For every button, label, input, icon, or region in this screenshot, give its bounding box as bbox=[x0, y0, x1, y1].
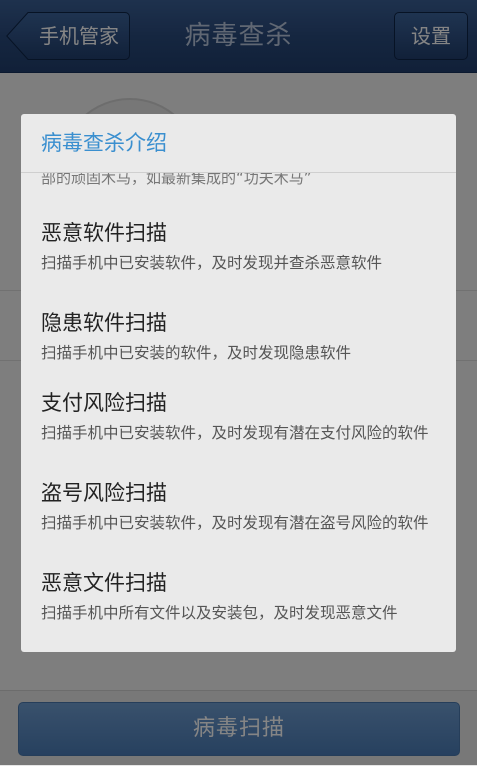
item-title: 隐患软件扫描 bbox=[41, 311, 167, 335]
item-description: 扫描手机中已安装软件，及时发现并查杀恶意软件 bbox=[41, 254, 383, 272]
list-item: 恶意文件扫描 扫描手机中所有文件以及安装包，及时发现恶意文件 bbox=[41, 569, 441, 623]
item-title: 盗号风险扫描 bbox=[41, 481, 167, 505]
list-item: 支付风险扫描 扫描手机中已安装软件，及时发现有潜在支付风险的软件 bbox=[41, 389, 441, 443]
item-description: 扫描手机中已安装的软件，及时发现隐患软件 bbox=[41, 344, 352, 362]
item-title: 支付风险扫描 bbox=[41, 391, 167, 415]
item-description: 扫描手机中已安装软件，及时发现有潜在支付风险的软件 bbox=[41, 424, 429, 442]
list-item: 隐患软件扫描 扫描手机中已安装的软件，及时发现隐患软件 bbox=[41, 309, 441, 363]
item-title: 恶意文件扫描 bbox=[41, 571, 167, 595]
item-title: 恶意软件扫描 bbox=[41, 221, 167, 245]
dialog-title: 病毒查杀介绍 bbox=[41, 131, 167, 155]
list-item: 恶意软件扫描 扫描手机中已安装软件，及时发现并查杀恶意软件 bbox=[41, 219, 441, 273]
intro-dialog: 病毒查杀介绍 部的顽固木马，如最新集成的“功夫木马” 恶意软件扫描 扫描手机中已… bbox=[21, 114, 456, 652]
dialog-scroll-content[interactable]: 部的顽固木马，如最新集成的“功夫木马” 恶意软件扫描 扫描手机中已安装软件，及时… bbox=[21, 173, 456, 652]
item-description: 扫描手机中所有文件以及安装包，及时发现恶意文件 bbox=[41, 604, 398, 622]
item-description: 扫描手机中已安装软件，及时发现有潜在盗号风险的软件 bbox=[41, 514, 429, 532]
partial-description: 部的顽固木马，如最新集成的“功夫木马” bbox=[41, 173, 312, 187]
list-item: 盗号风险扫描 扫描手机中已安装软件，及时发现有潜在盗号风险的软件 bbox=[41, 479, 441, 533]
